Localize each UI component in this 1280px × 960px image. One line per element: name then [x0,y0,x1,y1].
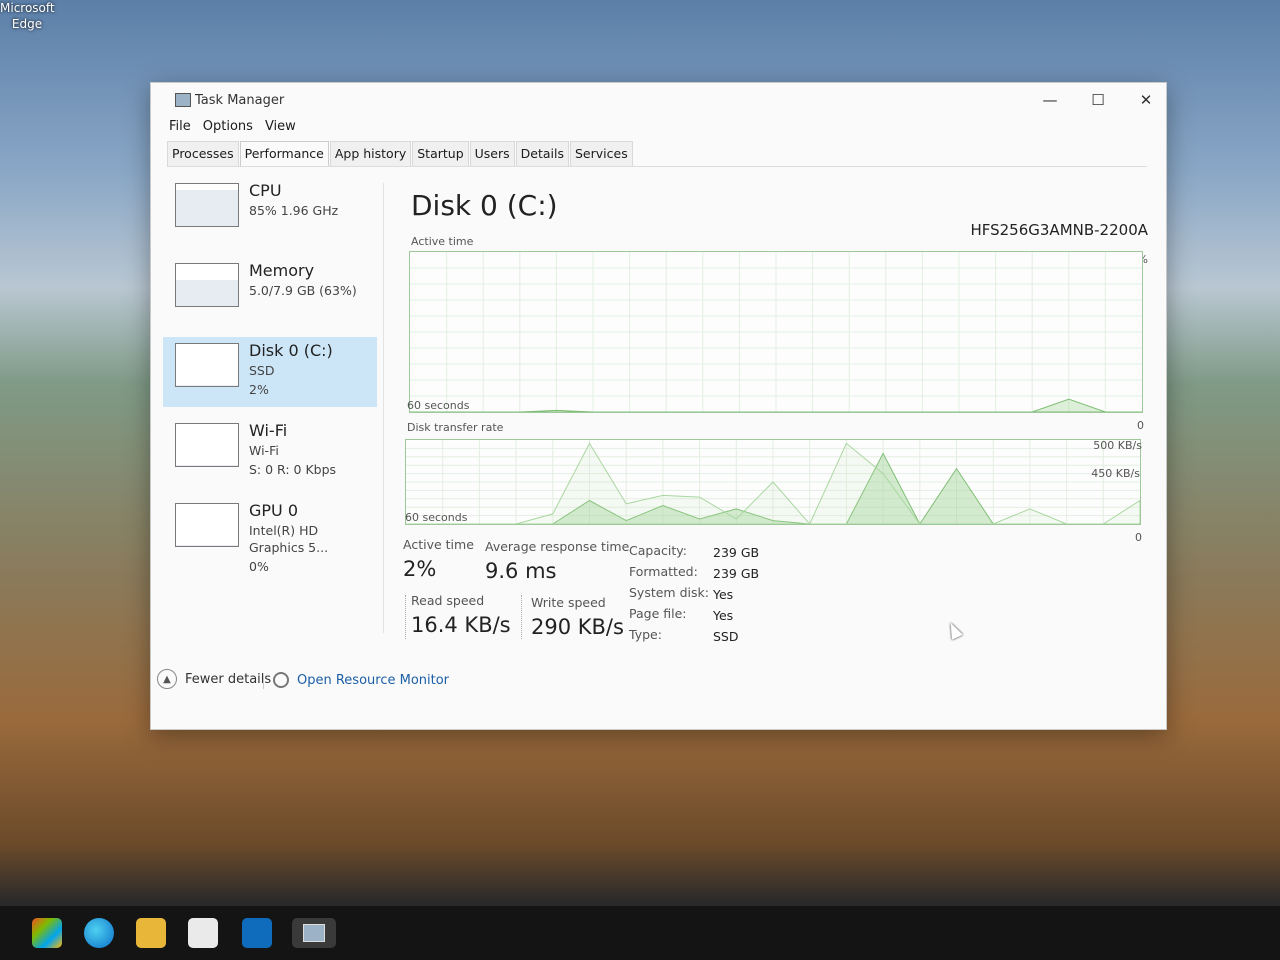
sidebar-item-name: Disk 0 (C:) [249,341,333,360]
sidebar-item-sub: 5.0/7.9 GB (63%) [249,283,357,298]
task-manager-glyph-icon [303,924,325,942]
gpu-thumbnail-graph [175,503,239,547]
sidebar-item-sub2: 2% [249,382,269,397]
stat-avg-response-label: Average response time [485,539,630,554]
desktop-edge-shortcut[interactable]: Microsoft Edge [0,0,55,32]
info-type-value: SSD [713,629,739,644]
page-title: Disk 0 (C:) [411,189,558,222]
read-speed-separator [405,595,407,639]
cpu-thumbnail-graph [175,183,239,227]
sidebar-item-memory[interactable]: Memory 5.0/7.9 GB (63%) [163,257,377,327]
window-title: Task Manager [195,93,285,108]
stat-active-time-value: 2% [403,557,437,581]
info-formatted-label: Formatted: [629,564,698,579]
minimize-button[interactable]: — [1027,87,1073,113]
close-button[interactable]: ✕ [1123,87,1169,113]
fewer-details-label: Fewer details [185,671,272,687]
transfer-graph-label: Disk transfer rate [407,421,504,434]
sidebar-item-wifi[interactable]: Wi-Fi Wi-Fi S: 0 R: 0 Kbps [163,417,377,487]
info-formatted-value: 239 GB [713,566,760,581]
sidebar-item-name: CPU [249,181,282,200]
fewer-details-button[interactable]: ▲ Fewer details [157,669,271,689]
info-capacity-label: Capacity: [629,543,687,558]
menu-bar: File Options View [169,119,296,134]
stat-avg-response-value: 9.6 ms [485,559,557,583]
resource-sidebar: CPU 85% 1.96 GHz Memory 5.0/7.9 GB (63%)… [163,177,377,637]
info-system-disk-value: Yes [713,587,734,602]
info-page-file-label: Page file: [629,606,687,621]
file-explorer-icon[interactable] [136,918,166,948]
sidebar-item-sub2: 0% [249,559,269,574]
stat-write-value: 290 KB/s [531,615,624,639]
tab-details[interactable]: Details [515,141,569,166]
tab-app-history[interactable]: App history [329,141,412,166]
stat-read-label: Read speed [411,593,485,608]
sidebar-item-gpu[interactable]: GPU 0 Intel(R) HD Graphics 5... 0% [163,497,377,574]
transfer-max-label: 500 KB/s [1093,439,1142,452]
info-type-label: Type: [629,627,662,642]
active-time-window-label: 60 seconds [407,399,470,412]
sidebar-item-name: Wi-Fi [249,421,288,440]
info-page-file-value: Yes [713,608,734,623]
footer-separator [263,675,264,689]
sidebar-item-disk[interactable]: Disk 0 (C:) SSD 2% [163,337,377,407]
tab-strip: Processes Performance App history Startu… [167,141,1147,167]
desktop-edge-label-line2: Edge [11,17,43,31]
sidebar-item-name: Memory [249,261,315,280]
footer-bar: ▲ Fewer details Open Resource Monitor [151,663,1166,703]
taskbar [0,906,1280,960]
menu-file[interactable]: File [169,119,191,134]
resource-monitor-icon [273,672,289,688]
menu-options[interactable]: Options [203,119,253,134]
maximize-button[interactable]: ☐ [1075,87,1121,113]
outlook-icon[interactable] [242,918,272,948]
info-system-disk-label: System disk: [629,585,709,600]
open-resource-monitor-label: Open Resource Monitor [297,672,450,688]
stat-active-time-label: Active time [403,537,474,552]
info-capacity-value: 239 GB [713,545,760,560]
menu-view[interactable]: View [265,119,296,134]
disk-model: HFS256G3AMNB-2200A [970,221,1148,239]
tab-performance[interactable]: Performance [239,141,329,166]
desktop-edge-label-line1: Microsoft [0,1,55,15]
transfer-mid-label: 450 KB/s [1091,467,1140,480]
write-speed-separator [521,595,523,639]
transfer-min-label: 0 [1135,531,1142,544]
open-resource-monitor-link[interactable]: Open Resource Monitor [273,672,449,688]
disk-detail-panel: Disk 0 (C:) HFS256G3AMNB-2200A Active ti… [403,183,1148,644]
sidebar-item-sub: Wi-Fi [249,443,279,458]
tab-startup[interactable]: Startup [412,141,469,166]
task-manager-window: Task Manager — ☐ ✕ File Options View Pro… [150,82,1167,730]
tab-processes[interactable]: Processes [167,141,239,166]
transfer-window-label: 60 seconds [405,511,468,524]
transfer-rate-graph [405,439,1141,525]
sidebar-item-sub: Intel(R) HD Graphics 5... [249,523,329,555]
active-time-graph [409,251,1143,413]
copilot-icon[interactable] [32,918,62,948]
active-time-min-label: 0 [1137,419,1144,432]
title-bar[interactable]: Task Manager — ☐ ✕ [151,83,1166,115]
memory-thumbnail-graph [175,263,239,307]
task-manager-taskbar-icon[interactable] [292,918,336,948]
chevron-up-icon: ▲ [157,669,177,689]
sidebar-item-name: GPU 0 [249,501,299,520]
wifi-thumbnail-graph [175,423,239,467]
sidebar-divider [383,183,384,633]
task-manager-icon [175,93,191,107]
stat-read-value: 16.4 KB/s [411,613,511,637]
sidebar-item-sub2: S: 0 R: 0 Kbps [249,462,337,477]
stat-write-label: Write speed [531,595,606,610]
disk-thumbnail-graph [175,343,239,387]
sidebar-item-cpu[interactable]: CPU 85% 1.96 GHz [163,177,377,247]
tab-services[interactable]: Services [570,141,633,166]
edge-browser-icon[interactable] [84,918,114,948]
tab-users[interactable]: Users [469,141,515,166]
sidebar-item-sub: 85% 1.96 GHz [249,203,339,218]
active-time-graph-label: Active time [411,235,474,248]
sidebar-item-sub: SSD [249,363,275,378]
store-icon[interactable] [188,918,218,948]
disk-properties: Capacity: 239 GB Formatted: 239 GB Syste… [629,543,829,653]
